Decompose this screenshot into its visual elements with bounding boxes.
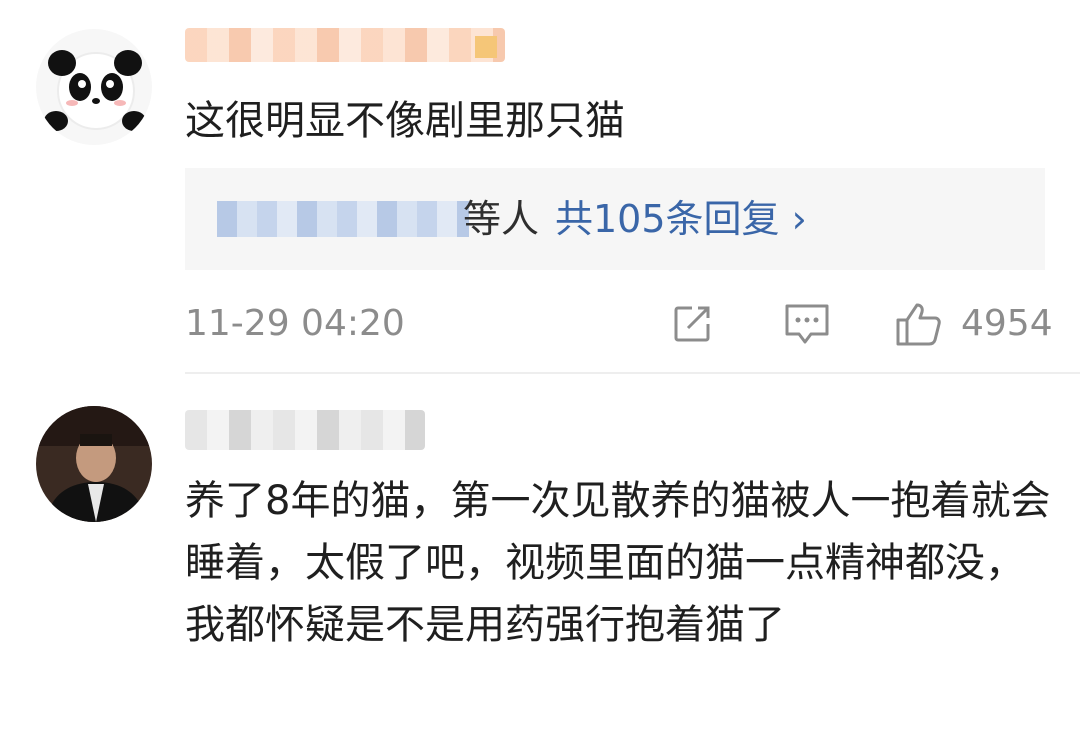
panda-avatar-icon bbox=[36, 29, 152, 145]
share-icon[interactable] bbox=[670, 302, 714, 350]
comment-list: 这很明显不像剧里那只猫 等人 共105条回复 › 11-29 04:20 495… bbox=[0, 0, 1080, 743]
timestamp: 11-29 04:20 bbox=[185, 303, 405, 344]
comment-actions: 11-29 04:20 4954 bbox=[185, 298, 1053, 350]
avatar[interactable] bbox=[36, 29, 152, 145]
divider bbox=[185, 372, 1080, 374]
reply-names-redacted bbox=[217, 201, 469, 237]
comment-text: 养了8年的猫，第一次见散养的猫被人一抱着就会睡着，太假了吧，视频里面的猫一点精神… bbox=[185, 478, 1051, 648]
username-redacted[interactable] bbox=[185, 410, 425, 450]
reply-names-suffix: 等人 bbox=[463, 197, 540, 241]
username-redacted[interactable] bbox=[185, 28, 505, 62]
avatar[interactable] bbox=[36, 406, 152, 522]
comment-text: 这很明显不像剧里那只猫 bbox=[185, 98, 625, 144]
person-photo-avatar-icon bbox=[36, 406, 152, 522]
comment-icon[interactable] bbox=[783, 302, 831, 350]
replies-preview[interactable]: 等人 共105条回复 › bbox=[185, 168, 1045, 270]
thumbs-up-icon[interactable] bbox=[895, 302, 943, 350]
like-count: 4954 bbox=[961, 303, 1053, 344]
view-replies-link[interactable]: 共105条回复 › bbox=[555, 193, 807, 245]
